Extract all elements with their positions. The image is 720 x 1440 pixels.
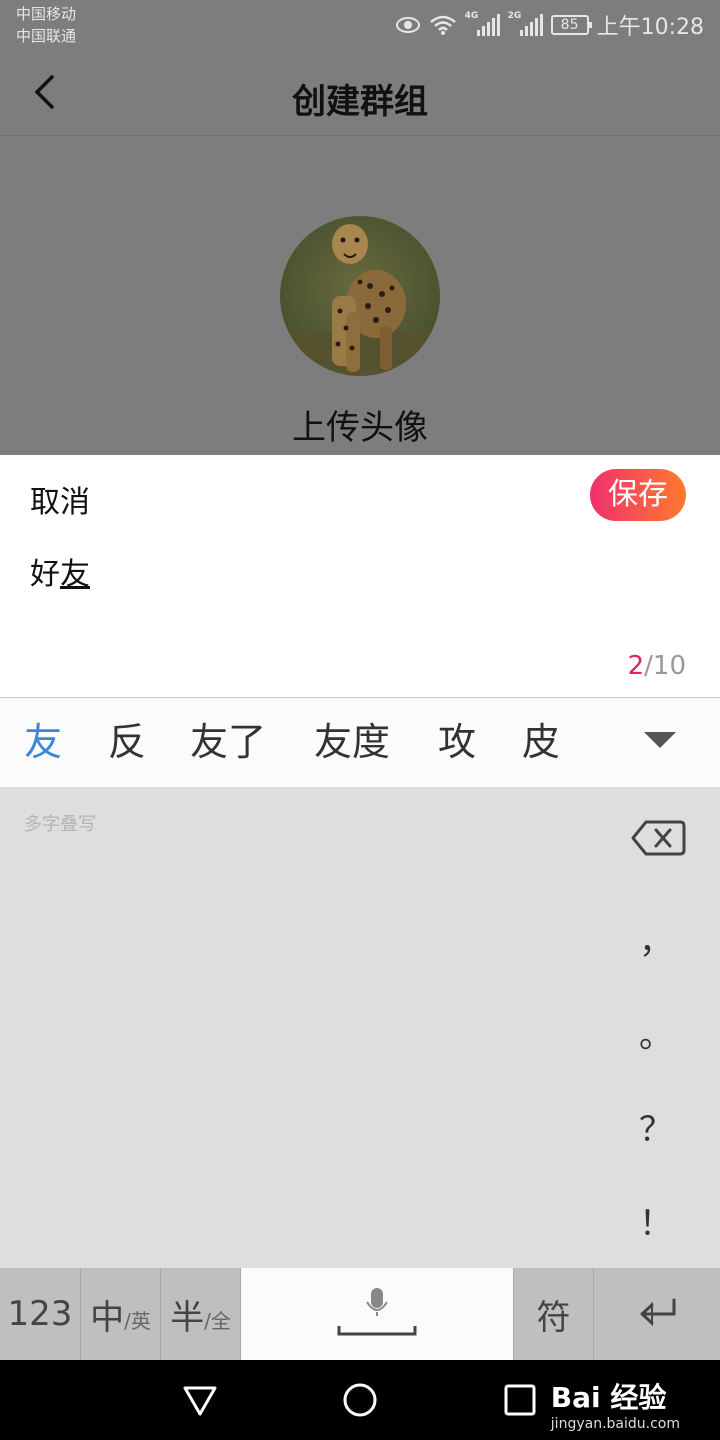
char-limit: /10 (644, 651, 686, 681)
lang-main-label: 中 (90, 1297, 125, 1338)
upload-avatar-label[interactable]: 上传头像 (0, 400, 720, 449)
page-title: 创建群组 (292, 82, 428, 122)
carrier-1: 中国移动 (16, 5, 77, 23)
candidate-item[interactable]: 反 (108, 718, 146, 766)
watermark-url: jingyan.baidu.com (550, 1416, 680, 1432)
input-composing-text: 友 (60, 557, 90, 592)
handwriting-mode-hint: 多字叠写 (24, 814, 96, 835)
backspace-icon[interactable] (630, 818, 686, 858)
candidate-item[interactable]: 友度 (314, 718, 390, 766)
lang-switch-key[interactable]: 中/英 (81, 1268, 161, 1360)
candidate-item[interactable]: 友 (24, 718, 62, 766)
candidate-item[interactable]: 皮 (522, 718, 560, 766)
input-committed-text: 好 (30, 557, 60, 592)
char-counter: 2/10 (628, 651, 686, 681)
width-main-label: 半 (170, 1297, 205, 1338)
symbol-key[interactable]: 符 (514, 1268, 594, 1360)
ime-candidate-bar: 友 反 友了 友度 攻 皮 (0, 698, 720, 788)
candidate-item[interactable]: 攻 (438, 718, 476, 766)
comma-key[interactable]: ， (620, 914, 692, 963)
lang-sub-label: /英 (124, 1308, 151, 1333)
group-avatar[interactable] (280, 216, 440, 376)
status-icons: 4G 2G 85 上午10:28 (395, 10, 704, 40)
question-key[interactable]: ？ (620, 1102, 692, 1151)
candidate-item[interactable]: 友了 (190, 718, 266, 766)
cheetah-photo (280, 216, 440, 376)
group-name-sheet: 取消 保存 好友 2/10 (0, 455, 720, 698)
title-bar: 创建群组 (0, 54, 720, 136)
baidu-watermark: Bai 经验 jingyan.baidu.com (551, 1376, 680, 1432)
exclaim-key[interactable]: ！ (620, 1196, 692, 1245)
system-nav-bar: Bai 经验 jingyan.baidu.com (0, 1360, 720, 1440)
char-count: 2 (627, 651, 645, 681)
nav-recents-icon[interactable] (500, 1380, 540, 1420)
eye-icon (395, 17, 420, 33)
battery-icon: 85 (550, 15, 592, 35)
carrier-2: 中国联通 (16, 27, 77, 45)
nav-home-icon[interactable] (340, 1380, 380, 1420)
signal-icon-1: 4G (464, 11, 500, 36)
watermark-text: Bai 经验 (550, 1381, 667, 1414)
signal-icon-2: 2G (507, 11, 543, 36)
space-key[interactable] (241, 1268, 514, 1360)
group-name-input[interactable]: 好友 (30, 549, 90, 593)
clock: 上午10:28 (596, 15, 704, 40)
expand-candidates-icon[interactable] (644, 732, 676, 748)
enter-key[interactable] (594, 1268, 720, 1360)
signal-tag-1: 4G (464, 11, 479, 21)
width-sub-label: /全 (204, 1308, 231, 1333)
enter-icon (640, 1298, 676, 1327)
save-button[interactable]: 保存 (590, 469, 686, 521)
signal-tag-2: 2G (507, 11, 522, 21)
width-switch-key[interactable]: 半/全 (161, 1268, 241, 1360)
cancel-button[interactable]: 取消 (30, 477, 90, 521)
wifi-icon (429, 15, 456, 35)
keyboard-bottom-row: 123 中/英 半/全 符 (0, 1268, 720, 1360)
handwriting-pad[interactable]: 多字叠写 ， 。 ？ ！ (0, 788, 720, 1268)
status-bar: 中国移动 中国联通 4G 2G 85 上午10:28 (0, 0, 720, 54)
period-key[interactable]: 。 (620, 1008, 692, 1057)
nav-back-icon[interactable] (180, 1380, 220, 1420)
microphone-space-icon (337, 1288, 417, 1336)
num-key[interactable]: 123 (0, 1268, 81, 1360)
